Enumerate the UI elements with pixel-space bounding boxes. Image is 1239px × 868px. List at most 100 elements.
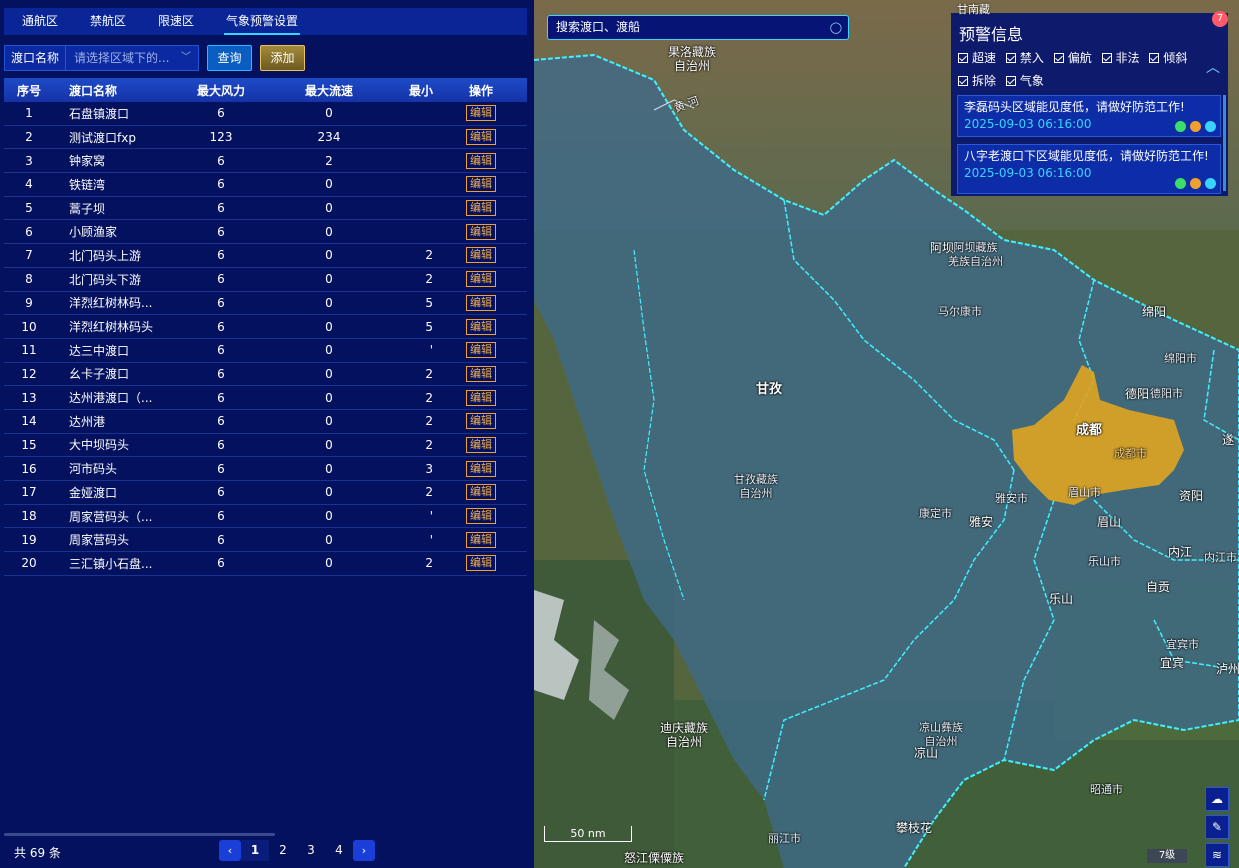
row-max-wind: 6: [217, 532, 225, 547]
edit-button[interactable]: 编辑: [466, 342, 496, 359]
filter-no-entry-checkbox[interactable]: 禁入: [1005, 47, 1044, 70]
edit-button[interactable]: 编辑: [466, 152, 496, 169]
row-ferry-name: 达州港: [69, 414, 106, 429]
edit-button[interactable]: 编辑: [466, 247, 496, 264]
edit-button[interactable]: 编辑: [466, 389, 496, 406]
total-count: 共 69 条: [14, 846, 61, 860]
row-ferry-name: 北门码头上游: [69, 248, 142, 263]
row-ferry-name: 三汇镇小石盘...: [69, 556, 153, 571]
edit-button[interactable]: 编辑: [466, 365, 496, 382]
map-label-ganzi-pref: 甘孜藏族 自治州: [734, 473, 778, 500]
header-ferry-name: 渡口名称: [69, 83, 118, 98]
warning-item[interactable]: 李磊码头区域能见度低，请做好防范工作! 2025-09-03 06:16:00: [957, 95, 1221, 137]
row-actions: 编辑: [435, 342, 527, 359]
header-min: 最小: [408, 83, 433, 98]
edit-button[interactable]: 编辑: [466, 271, 496, 288]
checkbox-checked-icon: [958, 53, 968, 63]
layers-icon[interactable]: ≋: [1205, 843, 1229, 867]
map-label-mianyang-city: 绵阳市: [1164, 352, 1197, 365]
page-2-button[interactable]: 2: [269, 840, 297, 861]
row-actions: 编辑: [435, 531, 527, 548]
location-pin-icon[interactable]: [1175, 178, 1186, 189]
page-1-button[interactable]: 1: [241, 840, 269, 861]
filter-demolish-checkbox[interactable]: 拆除: [958, 70, 996, 93]
map-label-guoluo: 果洛藏族 自治州: [668, 45, 717, 73]
filter-illegal-checkbox[interactable]: 非法: [1101, 47, 1140, 70]
row-max-wind: 6: [217, 295, 225, 310]
weather-layer-icon[interactable]: ☁: [1205, 787, 1229, 811]
table-row: 18 周家营码头（... 6 0 ' 编辑: [4, 505, 527, 529]
handle-icon[interactable]: [1190, 178, 1201, 189]
ferry-select[interactable]: 请选择区域下的... ﹀: [66, 45, 200, 71]
filter-weather-checkbox[interactable]: 气象: [1005, 70, 1044, 93]
search-icon[interactable]: ◯: [830, 16, 842, 39]
header-index: 序号: [16, 83, 41, 98]
ferry-search-input[interactable]: 搜索渡口、渡船 ◯: [547, 15, 849, 40]
edit-button[interactable]: 编辑: [466, 436, 496, 453]
next-page-button[interactable]: ›: [353, 840, 375, 861]
edit-button[interactable]: 编辑: [466, 484, 496, 501]
table-row: 2 测试渡口fxp 123 234 编辑: [4, 126, 527, 150]
map-label-yibin: 宜宾: [1160, 656, 1185, 670]
prev-page-button[interactable]: ‹: [219, 840, 241, 861]
tab-navigable-zone[interactable]: 通航区: [4, 8, 72, 35]
tab-speed-limit-zone[interactable]: 限速区: [140, 8, 208, 35]
horizontal-scrollbar[interactable]: [4, 833, 275, 836]
map-label-meishan: 眉山: [1097, 515, 1122, 529]
chevron-down-icon: ﹀: [181, 52, 192, 63]
ferry-search-placeholder: 搜索渡口、渡船: [556, 20, 641, 34]
row-min: 2: [425, 366, 433, 381]
check-icon[interactable]: [1205, 178, 1216, 189]
edit-button[interactable]: 编辑: [466, 413, 496, 430]
edit-button[interactable]: 编辑: [466, 294, 496, 311]
chevron-up-icon[interactable]: ︿: [1206, 57, 1220, 77]
tab-no-navigation-zone[interactable]: 禁航区: [72, 8, 140, 35]
map-label-leshan-city: 乐山市: [1088, 555, 1121, 568]
row-actions: 编辑: [435, 508, 527, 525]
warning-message: 八字老渡口下区域能见度低，请做好防范工作!: [964, 149, 1209, 163]
edit-button[interactable]: 编辑: [466, 223, 496, 240]
row-index: 12: [21, 366, 37, 381]
row-min: ': [429, 343, 433, 358]
edit-button[interactable]: 编辑: [466, 531, 496, 548]
edit-button[interactable]: 编辑: [466, 318, 496, 335]
map-label-leshan: 乐山: [1049, 592, 1074, 606]
row-index: 17: [21, 485, 37, 500]
location-pin-icon[interactable]: [1175, 121, 1186, 132]
edit-button[interactable]: 编辑: [466, 508, 496, 525]
map-label-lijiang: 丽江市: [768, 832, 801, 845]
row-max-wind: 6: [217, 390, 225, 405]
tab-weather-warning-settings[interactable]: 气象预警设置: [208, 8, 312, 35]
row-index: 6: [25, 224, 33, 239]
table-row: 17 金娅渡口 6 0 2 编辑: [4, 481, 527, 505]
filter-off-course-checkbox[interactable]: 偏航: [1053, 47, 1092, 70]
filter-tilt-checkbox[interactable]: 倾斜: [1149, 47, 1187, 70]
edit-button[interactable]: 编辑: [466, 176, 496, 193]
add-button[interactable]: 添加: [260, 45, 306, 71]
filter-overspeed-checkbox[interactable]: 超速: [958, 47, 996, 70]
left-panel: 通航区 禁航区 限速区 气象预警设置 渡口名称 请选择区域下的... ﹀ 查询 …: [0, 0, 534, 868]
map-label-neijiang-city: 内江市: [1204, 551, 1237, 564]
row-actions: 编辑: [435, 460, 527, 477]
edit-button[interactable]: 编辑: [466, 200, 496, 217]
warning-item[interactable]: 八字老渡口下区域能见度低，请做好防范工作! 2025-09-03 06:16:0…: [957, 144, 1221, 194]
row-max-wind: 6: [217, 509, 225, 524]
handle-icon[interactable]: [1190, 121, 1201, 132]
edit-button[interactable]: 编辑: [466, 129, 496, 146]
row-ferry-name: 石盘镇渡口: [69, 106, 130, 121]
page-3-button[interactable]: 3: [297, 840, 325, 861]
ruler-icon[interactable]: ✎: [1205, 815, 1229, 839]
map-view[interactable]: 果洛藏族 自治州 黄 河 阿坝 阿坝藏族 羌族自治州 马尔康市 绵阳 绵阳市 德阳 …: [534, 0, 1239, 868]
row-index: 14: [21, 414, 37, 429]
edit-button[interactable]: 编辑: [466, 460, 496, 477]
edit-button[interactable]: 编辑: [466, 105, 496, 122]
row-max-wind: 6: [217, 201, 225, 216]
edit-button[interactable]: 编辑: [466, 555, 496, 572]
header-max-flow: 最大流速: [304, 83, 353, 98]
warning-list-scrollbar[interactable]: [1223, 95, 1226, 191]
row-index: 16: [21, 461, 37, 476]
query-button[interactable]: 查询: [207, 45, 253, 71]
check-icon[interactable]: [1205, 121, 1216, 132]
page-4-button[interactable]: 4: [325, 840, 353, 861]
row-index: 3: [25, 153, 33, 168]
